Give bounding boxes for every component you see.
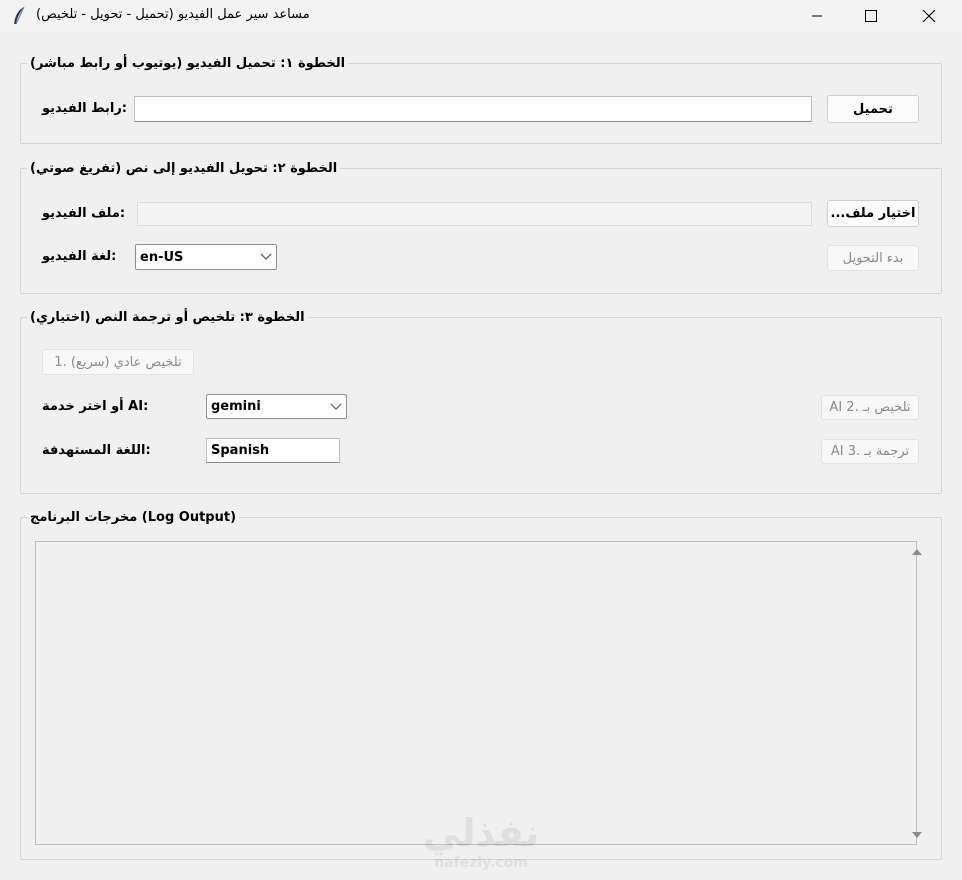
- step1-group: الخطوة ١: تحميل الفيديو (يوتيوب أو رابط …: [20, 55, 942, 144]
- chevron-down-icon: [330, 403, 342, 410]
- step2-legend: الخطوة ٢: تحويل الفيديو إلى نص (تفريغ صو…: [27, 160, 341, 178]
- video-url-input[interactable]: [134, 96, 812, 122]
- start-conversion-button[interactable]: بدء التحويل: [827, 245, 919, 271]
- video-language-select[interactable]: en-US: [135, 244, 277, 270]
- ai-service-value: gemini: [211, 399, 261, 414]
- ai-service-label: :AI أو اختر خدمة: [42, 399, 149, 414]
- step3-legend: الخطوة ٣: تلخيص أو ترجمة النص (اختياري): [27, 309, 308, 327]
- step2-group: الخطوة ٢: تحويل الفيديو إلى نص (تفريغ صو…: [20, 160, 942, 294]
- video-file-label: :ملف الفيديو: [42, 206, 126, 221]
- minimize-button[interactable]: [794, 0, 840, 32]
- log-group: مخرجات البرنامج (Log Output): [20, 509, 942, 860]
- maximize-icon: [865, 10, 877, 22]
- maximize-button[interactable]: [848, 0, 894, 32]
- target-language-label: :اللغة المستهدفة: [42, 443, 151, 458]
- log-legend: مخرجات البرنامج (Log Output): [27, 509, 240, 527]
- scroll-up-arrow-icon[interactable]: [912, 549, 922, 555]
- title-bar: مساعد سير عمل الفيديو (تحميل - تحويل - ت…: [0, 0, 962, 32]
- choose-file-button[interactable]: ...اختيار ملف: [827, 200, 919, 227]
- video-language-label: :لغة الفيديو: [42, 249, 117, 264]
- log-output-area[interactable]: [35, 541, 917, 845]
- step3-group: الخطوة ٣: تلخيص أو ترجمة النص (اختياري) …: [20, 309, 942, 494]
- scroll-down-arrow-icon[interactable]: [912, 832, 922, 838]
- ai-summary-button[interactable]: AI تلخيص بـ .2: [821, 395, 919, 420]
- step1-legend: الخطوة ١: تحميل الفيديو (يوتيوب أو رابط …: [27, 55, 349, 73]
- ai-translate-button[interactable]: AI ترجمة بـ .3: [821, 439, 919, 464]
- log-scrollbar[interactable]: [909, 541, 925, 845]
- download-button[interactable]: تحميل: [827, 95, 919, 123]
- feather-icon: [10, 5, 30, 27]
- video-file-field[interactable]: [137, 202, 812, 226]
- video-url-label: :رابط الفيديو: [42, 101, 128, 116]
- close-button[interactable]: [906, 0, 952, 32]
- normal-summary-button[interactable]: تلخيص عادي (سريع) .1: [42, 349, 194, 375]
- ai-service-select[interactable]: gemini: [206, 394, 347, 419]
- minimize-icon: [812, 15, 822, 17]
- video-language-value: en-US: [140, 249, 184, 265]
- close-icon: [922, 9, 936, 23]
- chevron-down-icon: [260, 253, 272, 260]
- window-title: مساعد سير عمل الفيديو (تحميل - تحويل - ت…: [36, 7, 310, 22]
- target-language-input[interactable]: [206, 438, 340, 463]
